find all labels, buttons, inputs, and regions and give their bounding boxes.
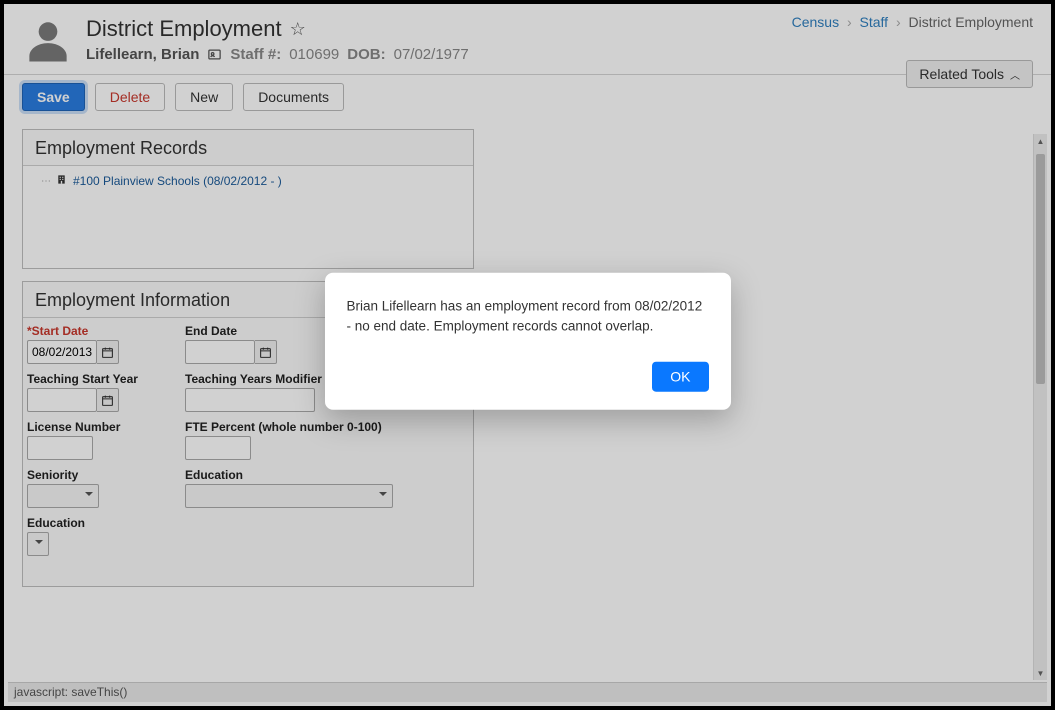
- chevron-up-icon: ︿: [1010, 67, 1020, 82]
- dob-value: 07/02/1977: [394, 46, 469, 63]
- seniority-select[interactable]: [27, 484, 99, 508]
- tree-connector-icon: ⋯: [41, 176, 50, 187]
- employment-record-item[interactable]: ⋯ #100 Plainview Schools (08/02/2012 - ): [33, 174, 463, 188]
- education2-label: Education: [27, 516, 469, 530]
- chevron-right-icon: ›: [896, 14, 901, 30]
- star-icon[interactable]: ☆: [290, 19, 306, 40]
- fte-percent-input[interactable]: [185, 436, 251, 460]
- education2-select[interactable]: [27, 532, 49, 556]
- documents-button[interactable]: Documents: [243, 83, 344, 111]
- save-button[interactable]: Save: [22, 83, 85, 111]
- teaching-start-year-label: Teaching Start Year: [27, 372, 177, 386]
- new-button[interactable]: New: [175, 83, 233, 111]
- alert-dialog: Brian Lifellearn has an employment recor…: [325, 273, 731, 410]
- fte-percent-label: FTE Percent (whole number 0-100): [185, 420, 435, 434]
- alert-message: Brian Lifellearn has an employment recor…: [347, 297, 709, 336]
- breadcrumb: Census › Staff › District Employment: [792, 14, 1033, 30]
- calendar-icon[interactable]: [97, 340, 119, 364]
- end-date-input[interactable]: [185, 340, 255, 364]
- calendar-icon[interactable]: [255, 340, 277, 364]
- employment-records-title: Employment Records: [23, 130, 473, 165]
- staff-number: 010699: [289, 46, 339, 63]
- scroll-up-icon[interactable]: ▲: [1034, 134, 1047, 148]
- teaching-start-year-input[interactable]: [27, 388, 97, 412]
- license-number-label: License Number: [27, 420, 177, 434]
- scroll-thumb[interactable]: [1036, 154, 1045, 384]
- related-tools-menu[interactable]: Related Tools ︿: [906, 60, 1033, 88]
- calendar-icon[interactable]: [97, 388, 119, 412]
- start-date-input[interactable]: [27, 340, 97, 364]
- avatar: [22, 16, 74, 68]
- status-bar: javascript: saveThis(): [8, 682, 1047, 702]
- vertical-scrollbar[interactable]: ▲ ▼: [1033, 134, 1047, 680]
- delete-button[interactable]: Delete: [95, 83, 165, 111]
- staff-number-label: Staff #:: [230, 46, 281, 63]
- id-card-icon: [207, 47, 222, 62]
- dob-label: DOB:: [347, 46, 385, 63]
- start-date-label: *Start Date: [27, 324, 177, 338]
- page-title: District Employment ☆: [86, 16, 469, 42]
- scroll-down-icon[interactable]: ▼: [1034, 666, 1047, 680]
- building-icon: [56, 174, 67, 188]
- education-select[interactable]: [185, 484, 393, 508]
- license-number-input[interactable]: [27, 436, 93, 460]
- breadcrumb-link[interactable]: Census: [792, 14, 839, 30]
- seniority-label: Seniority: [27, 468, 177, 482]
- chevron-right-icon: ›: [847, 14, 852, 30]
- breadcrumb-link[interactable]: Staff: [860, 14, 889, 30]
- breadcrumb-current: District Employment: [909, 14, 1033, 30]
- teaching-years-modifier-input[interactable]: [185, 388, 315, 412]
- education-label: Education: [185, 468, 435, 482]
- person-name: Lifellearn, Brian: [86, 46, 199, 63]
- ok-button[interactable]: OK: [652, 362, 708, 392]
